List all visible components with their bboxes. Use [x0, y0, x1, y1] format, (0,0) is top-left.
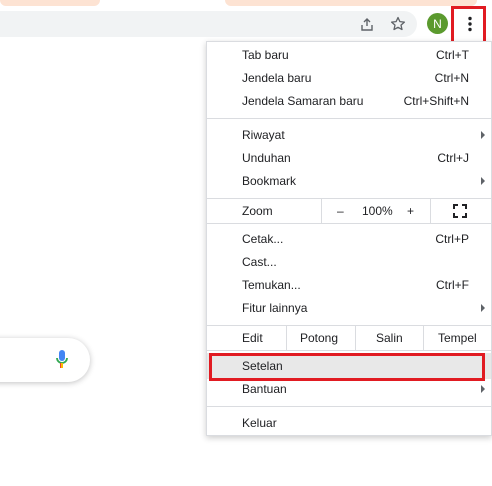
star-icon[interactable] [386, 12, 410, 36]
zoom-label: Zoom [242, 204, 273, 218]
help-label: Bantuan [242, 382, 287, 396]
downloads-label: Unduhan [242, 151, 291, 165]
exit-label: Keluar [242, 416, 277, 430]
edit-row: Edit Potong Salin Tempel [207, 326, 492, 350]
zoom-out-button[interactable]: – [337, 204, 344, 218]
menu-item-more-tools[interactable]: Fitur lainnya [207, 297, 492, 319]
submenu-arrow-icon [481, 385, 485, 393]
mic-icon[interactable] [55, 349, 69, 371]
tab-right[interactable] [225, 0, 477, 6]
search-box[interactable] [0, 338, 90, 382]
menu-divider [207, 223, 492, 224]
tab-left[interactable] [0, 0, 100, 6]
edit-label: Edit [242, 331, 263, 345]
zoom-row: Zoom – 100% + [207, 199, 492, 223]
menu-item-cast[interactable]: Cast... [207, 251, 492, 273]
menu-item-new-window[interactable]: Jendela baru Ctrl+N [207, 67, 492, 89]
print-shortcut: Ctrl+P [435, 232, 469, 246]
more-tools-label: Fitur lainnya [242, 301, 308, 315]
zoom-divider [321, 199, 322, 223]
menu-item-downloads[interactable]: Unduhan Ctrl+J [207, 147, 492, 169]
submenu-arrow-icon [481, 177, 485, 185]
cut-button[interactable]: Potong [300, 331, 338, 345]
share-icon[interactable] [355, 13, 379, 37]
menu-item-incognito[interactable]: Jendela Samaran baru Ctrl+Shift+N [207, 90, 492, 112]
menu-item-new-tab[interactable]: Tab baru Ctrl+T [207, 44, 492, 66]
downloads-shortcut: Ctrl+J [437, 151, 469, 165]
menu-divider [207, 118, 492, 119]
copy-button[interactable]: Salin [376, 331, 403, 345]
cast-label: Cast... [242, 255, 277, 269]
menu-item-history[interactable]: Riwayat [207, 124, 492, 146]
new-window-shortcut: Ctrl+N [434, 71, 469, 85]
menu-item-print[interactable]: Cetak... Ctrl+P [207, 228, 492, 250]
zoom-level: 100% [362, 204, 393, 218]
avatar-initial: N [433, 16, 442, 31]
new-tab-label: Tab baru [242, 48, 289, 62]
incognito-label: Jendela Samaran baru [242, 94, 364, 108]
menu-divider [207, 406, 492, 407]
bookmarks-label: Bookmark [242, 174, 297, 188]
menu-item-find[interactable]: Temukan... Ctrl+F [207, 274, 492, 296]
edit-divider [355, 326, 356, 350]
find-label: Temukan... [242, 278, 301, 292]
menu-divider [207, 350, 492, 351]
tab-strip [0, 0, 492, 8]
browser-toolbar [0, 8, 492, 41]
highlight-settings [209, 353, 485, 381]
submenu-arrow-icon [481, 304, 485, 312]
edit-divider [286, 326, 287, 350]
print-label: Cetak... [242, 232, 284, 246]
find-shortcut: Ctrl+F [436, 278, 469, 292]
new-tab-shortcut: Ctrl+T [436, 48, 469, 62]
history-label: Riwayat [242, 128, 285, 142]
submenu-arrow-icon [481, 131, 485, 139]
new-window-label: Jendela baru [242, 71, 312, 85]
highlight-menu-button [451, 6, 486, 44]
fullscreen-icon[interactable] [453, 204, 467, 221]
edit-divider [423, 326, 424, 350]
incognito-shortcut: Ctrl+Shift+N [403, 94, 469, 108]
zoom-in-button[interactable]: + [407, 204, 414, 218]
zoom-divider [430, 199, 431, 223]
profile-avatar[interactable]: N [427, 13, 448, 34]
paste-button[interactable]: Tempel [438, 331, 477, 345]
menu-item-help[interactable]: Bantuan [207, 378, 492, 400]
menu-item-bookmarks[interactable]: Bookmark [207, 170, 492, 192]
menu-item-exit[interactable]: Keluar [207, 412, 492, 434]
